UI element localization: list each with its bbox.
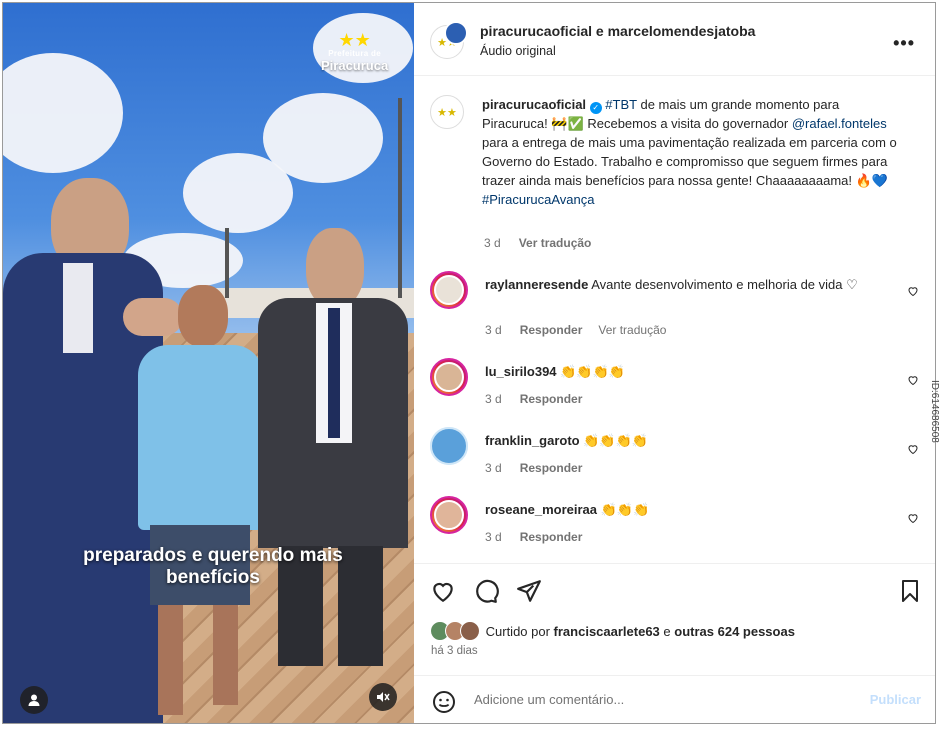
comment-body: lu_sirilo394 👏👏👏👏 [485,362,885,381]
comment-avatar[interactable] [430,271,468,309]
person-center-elder [138,285,263,723]
share-icon[interactable] [516,578,542,604]
mute-button[interactable] [369,683,397,711]
logo-stars-icon: ★★ [437,106,457,119]
comment-meta: 3 d Responder [485,461,598,475]
comment-item: roseane_moreiraa 👏👏👏 3 d Responder [430,496,935,546]
liker-username[interactable]: franciscaarlete63 [554,624,660,639]
post-video[interactable]: ★★ Prefeitura de Piracuruca preparados e… [3,3,414,723]
comment-username[interactable]: franklin_garoto [485,433,580,448]
hashtag-link[interactable]: #TBT [605,97,637,112]
translate-link[interactable]: Ver tradução [598,323,666,337]
likes-others-link[interactable]: outras 624 pessoas [674,624,795,639]
like-comment-icon[interactable] [907,443,919,455]
emoji-icon[interactable] [432,690,456,714]
logo-main-text: Piracuruca [321,58,389,73]
comment-avatar[interactable] [430,496,468,534]
like-comment-icon[interactable] [907,285,919,297]
like-comment-icon[interactable] [907,374,919,386]
post-header: ★★ piracurucaoficial e marcelomendesjato… [414,3,935,76]
comment-item: raylanneresende Avante desenvolvimento e… [430,271,935,341]
caption-meta: 3 d Ver tradução [484,236,607,250]
comment-text: 👏👏👏👏 [560,364,625,379]
tagged-users-button[interactable] [20,686,48,714]
likes-mid: e [659,624,675,639]
likes-prefix: Curtido por [485,624,554,639]
reply-button[interactable]: Responder [520,323,583,337]
comment-time: 3 d [485,392,502,406]
verified-badge-icon: ✓ [589,102,602,114]
caption-author-avatar[interactable]: ★★ [430,95,464,129]
translate-link[interactable]: Ver tradução [519,236,592,250]
more-options-icon[interactable]: ••• [893,33,915,54]
caption-time: 3 d [484,236,501,250]
caption-username[interactable]: piracurucaoficial [482,97,586,112]
video-caption-line1: preparados e querendo mais [83,545,343,566]
cloud [263,93,383,183]
hashtag-link[interactable]: #PiracurucaAvança [482,192,595,207]
post-details-panel: ★★ piracurucaoficial e marcelomendesjato… [414,3,935,723]
reply-button[interactable]: Responder [520,392,583,406]
post-authors[interactable]: piracurucaoficial e marcelomendesjatoba [480,23,755,39]
like-icon[interactable] [430,578,456,604]
mention-link[interactable]: @rafael.fonteles [792,116,887,131]
comment-item: lu_sirilo394 👏👏👏👏 3 d Responder [430,358,935,408]
prefeitura-logo: ★★ Prefeitura de Piracuruca [321,31,388,73]
comment-input[interactable]: Adicione um comentário... [474,692,624,707]
comment-time: 3 d [485,323,502,337]
comment-username[interactable]: raylanneresende [485,277,588,292]
side-id-text: ID:614686508 [929,380,940,443]
comment-username[interactable]: lu_sirilo394 [485,364,557,379]
comment-time: 3 d [485,530,502,544]
logo-stars-icon: ★★ [338,30,371,50]
comment-time: 3 d [485,461,502,475]
comment-text: 👏👏👏👏 [583,433,648,448]
video-caption-line2: benefícios [166,567,260,588]
reply-button[interactable]: Responder [520,461,583,475]
coauthor-avatar[interactable] [444,21,468,45]
post-actions [430,578,922,604]
speaker-muted-icon [377,692,390,702]
comment-avatar[interactable] [430,427,468,465]
caption-text: para a entrega de mais uma pavimentação … [482,135,897,188]
comment-meta: 3 d Responder [485,530,598,544]
comment-body: raylanneresende Avante desenvolvimento e… [485,275,885,294]
comment-text: Avante desenvolvimento e melhoria de vid… [591,277,858,292]
publish-button[interactable]: Publicar [870,692,921,707]
comment-item: franklin_garoto 👏👏👏👏 3 d Responder [430,427,935,477]
logo-top-text: Prefeitura de [328,49,381,58]
post-date: há 3 dias [431,645,478,657]
comment-username[interactable]: roseane_moreiraa [485,502,597,517]
likes-summary: Curtido por franciscaarlete63 e outras 6… [430,621,795,641]
comment-meta: 3 d Responder [485,392,598,406]
post-modal: ★★ Prefeitura de Piracuruca preparados e… [2,2,936,724]
comment-avatar[interactable] [430,358,468,396]
comment-meta: 3 d Responder Ver tradução [485,323,682,337]
add-comment-bar: Adicione um comentário... Publicar [414,675,935,723]
liker-avatars[interactable] [430,621,482,641]
divider [414,563,935,564]
save-icon[interactable] [898,578,922,604]
comment-icon[interactable] [473,578,499,604]
like-comment-icon[interactable] [907,512,919,524]
person-icon [28,694,40,706]
person-right-suit [258,228,408,678]
comment-text: 👏👏👏 [600,502,650,517]
post-caption: piracurucaoficial ✓ #TBT de mais um gran… [482,95,902,209]
comment-body: franklin_garoto 👏👏👏👏 [485,431,885,450]
reply-button[interactable]: Responder [520,530,583,544]
audio-link[interactable]: Áudio original [480,44,556,58]
comment-body: roseane_moreiraa 👏👏👏 [485,500,885,519]
